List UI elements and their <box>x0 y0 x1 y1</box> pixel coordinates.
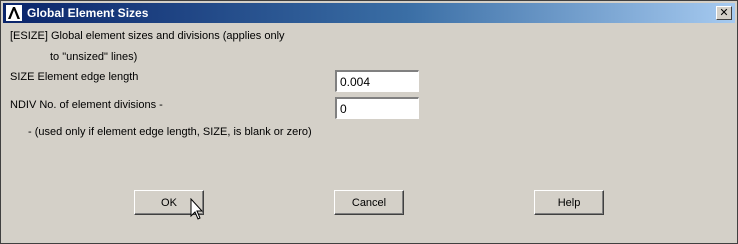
title-bar[interactable]: Global Element Sizes ✕ <box>3 3 735 23</box>
ndiv-note: - (used only if element edge length, SIZ… <box>28 126 312 138</box>
size-label: SIZE Element edge length <box>10 71 139 83</box>
size-input[interactable] <box>335 70 419 92</box>
global-element-sizes-dialog: Global Element Sizes ✕ [ESIZE] Global el… <box>0 0 738 244</box>
window-title: Global Element Sizes <box>27 6 149 20</box>
esize-description-cont: to "unsized" lines) <box>50 51 138 63</box>
esize-description: [ESIZE] Global element sizes and divisio… <box>10 30 285 42</box>
ansys-logo-icon <box>6 5 22 21</box>
ndiv-label: NDIV No. of element divisions - <box>10 99 163 111</box>
close-icon[interactable]: ✕ <box>716 6 732 20</box>
mouse-pointer-icon <box>190 198 204 220</box>
help-button[interactable]: Help <box>534 190 604 215</box>
ndiv-input[interactable] <box>335 97 419 119</box>
cancel-button[interactable]: Cancel <box>334 190 404 215</box>
